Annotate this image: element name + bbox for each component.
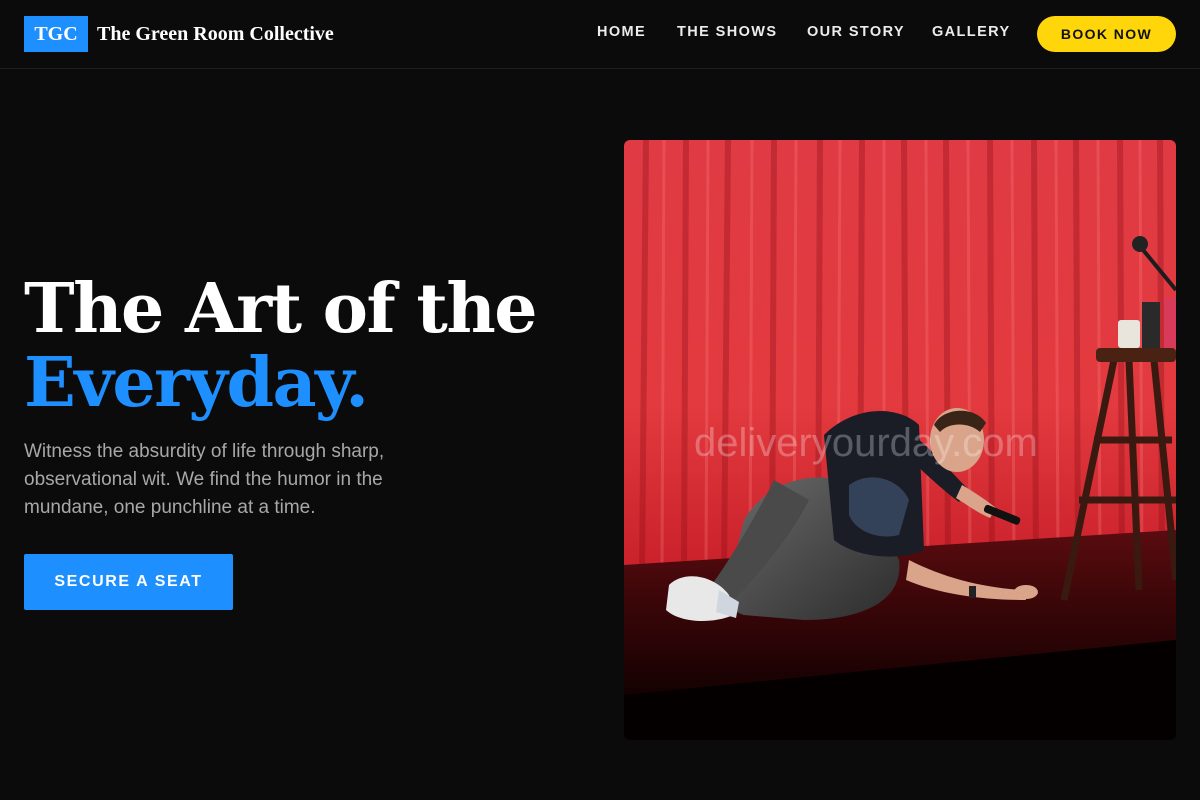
- hero-title-line-1: The Art of the: [24, 269, 538, 349]
- nav-link-the-shows[interactable]: THE SHOWS: [677, 24, 777, 40]
- brand-logo-link[interactable]: TGC The Green Room Collective: [24, 16, 334, 52]
- site-header: TGC The Green Room Collective HOME THE S…: [0, 0, 1200, 69]
- nav-link-gallery[interactable]: GALLERY: [932, 24, 1011, 40]
- nav-link-home[interactable]: HOME: [597, 24, 646, 40]
- brand-name: The Green Room Collective: [97, 22, 334, 45]
- comedian-stage-photo: deliveryourday.com: [624, 140, 1176, 740]
- image-watermark: deliveryourday.com: [694, 421, 1038, 465]
- logo-mark: TGC: [24, 16, 88, 52]
- book-now-button[interactable]: BOOK NOW: [1037, 16, 1176, 52]
- hero-image: deliveryourday.com: [624, 140, 1176, 740]
- hero-description: Witness the absurdity of life through sh…: [24, 441, 385, 518]
- hero-title: The Art of the Everyday.: [24, 272, 584, 420]
- secure-seat-button[interactable]: SECURE A SEAT: [24, 554, 233, 610]
- hero-title-line-2: Everyday.: [24, 343, 369, 423]
- nav-link-our-story[interactable]: OUR STORY: [807, 24, 905, 40]
